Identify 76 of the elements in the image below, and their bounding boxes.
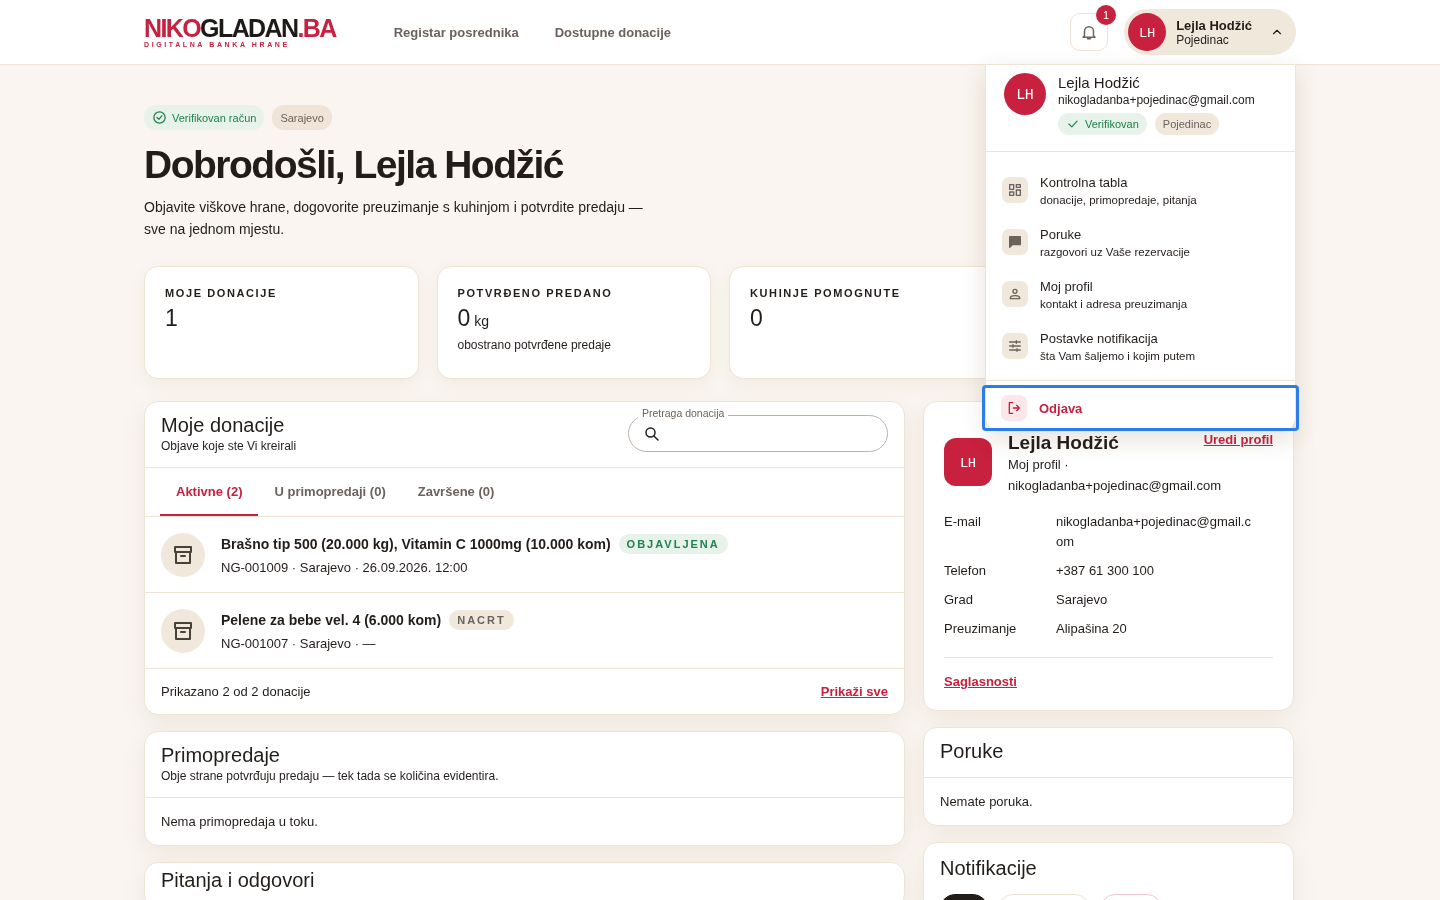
search-icon [643, 424, 661, 443]
field-value: +387 61 300 100 [1056, 562, 1155, 580]
logout-item[interactable]: Odjava [982, 385, 1299, 431]
menu-item[interactable]: Moj profil kontakt i adresa preuzimanja [986, 268, 1295, 320]
field-label: Grad [944, 591, 974, 609]
donation-title[interactable]: Brašno tip 500 (20.000 kg), Vitamin C 1000mg (10.000 kom) [221, 536, 611, 552]
profile-email: nikogladanba+pojedinac@gmail.com [1008, 477, 1223, 495]
user-avatar: LH [1128, 13, 1167, 51]
empty-message: Nema primopredaja u toku. [160, 813, 319, 831]
user-menu-button[interactable]: LH Lejla Hodžić Pojedinac [1124, 9, 1296, 55]
city-badge: Sarajevo [272, 105, 332, 130]
nav-link[interactable]: Registar posrednika [393, 24, 519, 40]
status-badge: NACRT [449, 610, 514, 630]
card-title: Poruke [940, 740, 1004, 763]
field-label: Preuzimanje [944, 620, 1018, 638]
card-subtitle: Objave koje ste Vi kreirali [161, 439, 297, 453]
page-title: Dobrodošli, Lejla Hodžić [144, 142, 564, 188]
check-circle-icon [152, 110, 167, 125]
menu-item[interactable]: Poruke razgovori uz Vaše rezervacije [986, 216, 1295, 268]
stat-value: 0 [457, 305, 471, 332]
logo-text[interactable]: NIKO [144, 13, 201, 42]
profile-name: Lejla Hodžić [1008, 432, 1119, 454]
user-name: Lejla Hodžić [1176, 17, 1252, 33]
donation-title[interactable]: Pelene za bebe vel. 4 (6.000 kom) [221, 612, 442, 628]
field-value: Sarajevo [1056, 591, 1109, 609]
tab[interactable]: U primopredaji (0) [258, 468, 402, 516]
field-label: E-mail [944, 513, 982, 531]
field-label: Telefon [944, 562, 987, 580]
donation-meta: NG-001007 · Sarajevo · — [221, 636, 377, 651]
notifications-button[interactable] [1070, 13, 1109, 51]
card-title: Primopredaje [161, 744, 281, 767]
card-title: Pitanja i odgovori [161, 869, 315, 892]
sliders-icon [1007, 338, 1023, 354]
stat-label: POTVRĐENO PREDANO [457, 287, 614, 299]
card-subtitle: Obje strane potvrđuju predaju — tek tada se količina evidentira. [161, 769, 499, 783]
verified-badge: Verifikovan [1058, 113, 1147, 135]
logo-text[interactable]: .BA [297, 13, 336, 42]
bell-icon [1080, 23, 1099, 41]
donation-meta: NG-001009 · Sarajevo · 26.09.2026. 12:00 [221, 560, 469, 575]
chat-icon [1007, 234, 1023, 250]
user-role: Pojedinac [1176, 32, 1230, 47]
user-avatar: LH [1004, 73, 1046, 115]
card-title: Moje donacije [161, 414, 286, 437]
stat-note: obostrano potvrđene predaje [457, 338, 612, 352]
notification-count: 1 [1096, 5, 1117, 25]
profile-avatar: LH [944, 438, 992, 486]
menu-item[interactable]: Kontrolna tabla donacije, primopredaje, pitanja [986, 164, 1295, 216]
page-subtitle: Objavite viškove hrane, dogovorite preuzimanje s kuhinjom i potvrdite predaju — sve na jednom mjestu. [144, 198, 644, 239]
menu-item[interactable]: Postavke notifikacija šta Vam šaljemo i kojim putem [986, 320, 1295, 372]
consents-link[interactable]: Saglasnosti [944, 674, 1017, 689]
dashboard-icon [1007, 182, 1023, 198]
tab[interactable]: Završene (0) [401, 468, 511, 516]
field-label: Pretraga donacija [638, 407, 729, 419]
field-value: nikogladanba+pojedinac@gmail.com [1056, 513, 1252, 551]
stat-unit: kg [474, 313, 490, 329]
person-icon [1007, 286, 1023, 302]
status-badge: OBJAVLJENA [618, 534, 728, 554]
results-count: Prikazano 2 od 2 donacije [161, 684, 311, 699]
card-title: Notifikacije [939, 856, 1038, 881]
tab[interactable]: Aktivne (2) [160, 468, 259, 516]
stat-value: 0 [750, 305, 763, 332]
role-badge: Pojedinac [1154, 113, 1220, 135]
logout-icon [1006, 400, 1022, 416]
edit-profile-link[interactable]: Uredi profil [1203, 432, 1273, 447]
user-name: Lejla Hodžić [1058, 74, 1141, 91]
stat-value: 1 [165, 305, 178, 332]
show-all-link[interactable]: Prikaži sve [820, 684, 888, 699]
verified-badge: Verifikovan račun [144, 105, 265, 130]
stat-label: MOJE DONACIJE [165, 287, 278, 299]
field-value: Alipašina 20 [1056, 620, 1128, 638]
user-email: nikogladanba+pojedinac@gmail.com [1058, 93, 1255, 107]
nav-link[interactable]: Dostupne donacije [554, 24, 671, 40]
empty-message: Nemate poruka. [939, 793, 1034, 811]
stat-label: KUHINJE POMOGNUTE [750, 287, 902, 299]
logo-text[interactable]: GLADAN [200, 13, 298, 42]
profile-subtitle: Moj profil · [1008, 456, 1070, 474]
